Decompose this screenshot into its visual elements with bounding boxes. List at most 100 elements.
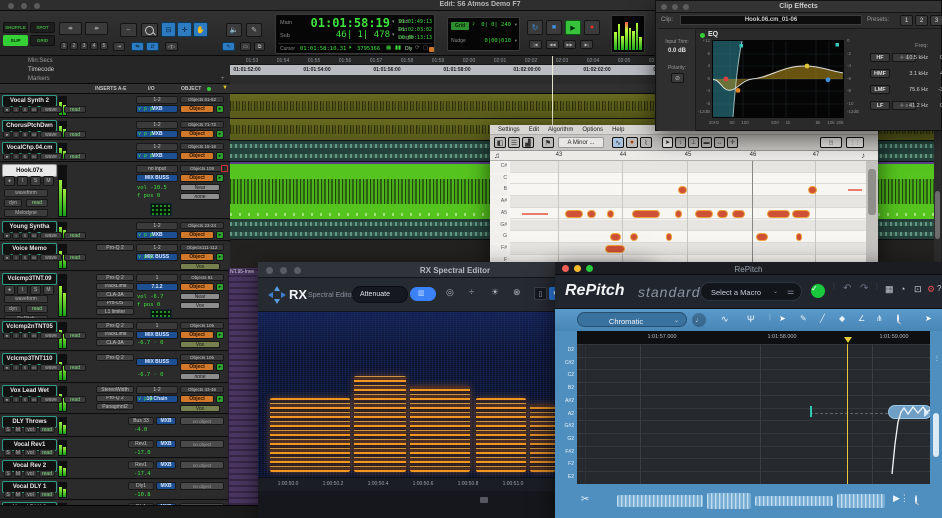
sub-counter[interactable]: 46| 1| 478 bbox=[310, 30, 390, 40]
track-solo-button[interactable]: S bbox=[30, 176, 41, 186]
insert-slot[interactable]: Pro-Q 2 bbox=[96, 244, 134, 251]
track-view-wave[interactable]: wave bbox=[40, 232, 62, 239]
link-track-button[interactable]: ⇵ bbox=[146, 42, 159, 51]
track-input-button[interactable]: I bbox=[12, 364, 20, 371]
timing-tool-icon[interactable]: ↔ bbox=[714, 137, 725, 148]
track-input-button[interactable]: I bbox=[12, 396, 20, 403]
track-row[interactable]: ChorusPtchDwn●ISMwaveread1-2MXBv p pObje… bbox=[0, 119, 230, 140]
overview-waveform[interactable] bbox=[617, 495, 703, 507]
volume-readout[interactable]: vol -10.5 bbox=[137, 185, 167, 191]
insert-slot[interactable]: StereoWidth bbox=[96, 386, 134, 393]
track-row[interactable]: Hook.07x●ISMwaveformdynreadMelodyneno in… bbox=[0, 163, 230, 219]
preset-button-1[interactable]: 1 bbox=[900, 15, 913, 26]
zoom-preset-5[interactable]: 5 bbox=[100, 42, 108, 50]
eq-band-freq[interactable]: 3.1 kHz bbox=[898, 71, 928, 77]
volume-readout[interactable]: -10.8 bbox=[134, 492, 151, 498]
grid-value[interactable]: 0| 0| 240 bbox=[476, 22, 511, 28]
object-play-icon[interactable]: ▸ bbox=[216, 283, 224, 291]
track-mini-vol[interactable]: vol bbox=[24, 449, 37, 456]
object-range-selector[interactable]: Objects 105 bbox=[180, 322, 224, 329]
track-name[interactable]: Vclcmp3TNT.09 bbox=[2, 273, 57, 285]
secondary-assignment[interactable]: Vox bbox=[180, 302, 220, 309]
track-mini-s[interactable]: S bbox=[4, 470, 12, 477]
redo-icon[interactable]: ↷ bbox=[860, 283, 868, 294]
track-record-button[interactable]: ● bbox=[4, 285, 15, 295]
object-button[interactable]: Object bbox=[180, 253, 214, 261]
track-row[interactable]: Voice Memo●ISMwavereadPro-Q 21-2MIX BUSS… bbox=[0, 242, 230, 271]
object-play-icon[interactable]: ▸ bbox=[216, 395, 224, 403]
note-blob[interactable] bbox=[796, 233, 802, 241]
more-options-icon[interactable]: ⋮ bbox=[934, 355, 940, 362]
overview-zoom-icon[interactable] bbox=[915, 496, 917, 503]
track-input-button[interactable]: I bbox=[12, 131, 20, 138]
undo-icon[interactable]: ↶ bbox=[843, 283, 851, 294]
play-button[interactable]: ▶ bbox=[565, 20, 581, 35]
object-button[interactable]: Object bbox=[180, 152, 214, 160]
track-mini-vol[interactable]: vol bbox=[24, 491, 37, 498]
output-assignment[interactable]: Near bbox=[180, 293, 220, 300]
eq-band-gain[interactable]: 0.0 dB bbox=[932, 103, 942, 109]
track-mini-s[interactable]: S bbox=[4, 491, 12, 498]
track-mini-m[interactable]: M bbox=[14, 470, 22, 477]
record-button[interactable]: ● bbox=[584, 20, 600, 35]
menu-edit[interactable]: Edit bbox=[529, 127, 539, 133]
pan-readout[interactable]: f pos 0 bbox=[137, 302, 160, 308]
io-input-selector[interactable]: 1-2 bbox=[136, 386, 178, 394]
zoom-preset-4[interactable]: 4 bbox=[90, 42, 98, 50]
pencil-tool-icon[interactable]: ✎ bbox=[800, 314, 807, 323]
io-column-header[interactable]: I/O bbox=[148, 86, 155, 92]
eq-band-lmf-button[interactable]: LMF bbox=[870, 85, 890, 94]
note-blob[interactable] bbox=[666, 233, 672, 241]
track-view-wave[interactable]: wave bbox=[40, 364, 62, 371]
eq-band-gain[interactable]: -3.6 dB bbox=[932, 87, 942, 93]
volume-readout[interactable]: -17.0 bbox=[134, 450, 151, 456]
trim-tool-button[interactable]: ⊟ bbox=[161, 22, 176, 37]
io-output-selector[interactable]: MXB bbox=[156, 440, 176, 448]
note-blob[interactable] bbox=[607, 210, 614, 218]
amplitude-tool-icon[interactable]: ▬ bbox=[701, 137, 712, 148]
track-view-read[interactable]: read bbox=[26, 199, 48, 207]
trim-left-button[interactable]: ⇺ bbox=[59, 22, 82, 35]
track-mini-read[interactable]: read bbox=[39, 426, 55, 433]
io-output-selector[interactable]: MIX BUSS bbox=[136, 358, 178, 366]
track-record-button[interactable]: ● bbox=[4, 176, 15, 186]
track-solo-button[interactable]: S bbox=[21, 254, 29, 261]
track-mini-read[interactable]: read bbox=[39, 491, 55, 498]
eq-band-freq[interactable]: 75.6 Hz bbox=[898, 87, 928, 93]
object-button[interactable]: Object bbox=[180, 331, 214, 339]
object-play-icon[interactable]: ▸ bbox=[216, 363, 224, 371]
track-view-dyn[interactable]: dyn bbox=[4, 305, 22, 313]
track-row[interactable]: Young Syntha●ISMwaveread1-2MXBv p pObjec… bbox=[0, 220, 230, 241]
object-range-selector[interactable]: Objects 23-24 bbox=[180, 222, 224, 229]
insert-slot[interactable]: TrackLimit bbox=[96, 331, 134, 338]
object-range-selector[interactable]: Objects 106 bbox=[180, 354, 224, 361]
scale-selector[interactable]: A Minor ... bbox=[558, 137, 604, 148]
track-solo-button[interactable]: S bbox=[30, 285, 41, 295]
object-button[interactable]: Object bbox=[180, 283, 214, 291]
track-input-button[interactable]: I bbox=[12, 106, 20, 113]
warning-indicator[interactable] bbox=[429, 47, 434, 52]
scale-selector[interactable]: Chromatic ⌄ bbox=[577, 312, 687, 327]
track-view-read[interactable]: read bbox=[64, 396, 86, 403]
io-output-selector[interactable]: MXB bbox=[156, 417, 176, 425]
split-tool-icon[interactable]: ⋔ bbox=[876, 314, 883, 323]
macro-selector[interactable]: Select a Macro ⌄ ⚌ bbox=[700, 282, 802, 301]
note-blob[interactable] bbox=[695, 210, 713, 218]
insert-slot[interactable]: Panagmnt2 bbox=[96, 403, 134, 410]
volume-readout[interactable]: -4.0 bbox=[134, 427, 147, 433]
link-timeline-button[interactable]: ⇆ bbox=[131, 42, 144, 51]
track-record-button[interactable]: ● bbox=[3, 364, 11, 371]
plugin-active-led[interactable]: ✓ bbox=[811, 284, 825, 298]
grid-menu-icon[interactable]: ▾ bbox=[515, 22, 517, 28]
record-safe-icon[interactable] bbox=[221, 165, 228, 172]
flag-icon[interactable]: ⚑ bbox=[542, 137, 554, 148]
track-input-button[interactable]: I bbox=[12, 254, 20, 261]
track-solo-button[interactable]: S bbox=[21, 232, 29, 239]
eq-band-gain[interactable]: 4.2 dB bbox=[932, 71, 942, 77]
zoom-preset-1[interactable]: 1 bbox=[60, 42, 68, 50]
secondary-assignment[interactable]: none bbox=[180, 373, 220, 380]
input-trim-value[interactable]: 0.0 dB bbox=[658, 48, 696, 54]
module-pill[interactable]: Attenuate bbox=[352, 286, 408, 303]
insert-slot[interactable]: L1 limiter bbox=[96, 308, 134, 315]
selector-tool-button[interactable]: ✛ bbox=[177, 22, 192, 37]
